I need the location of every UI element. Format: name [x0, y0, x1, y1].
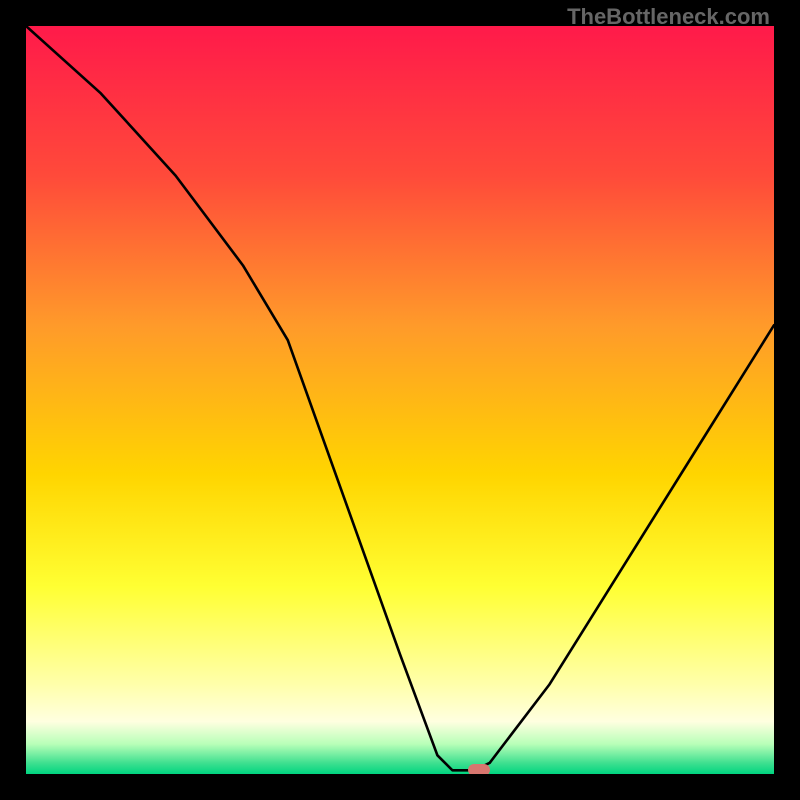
bottleneck-curve — [26, 26, 774, 774]
chart-container: TheBottleneck.com — [0, 0, 800, 800]
minimum-marker — [468, 764, 490, 775]
plot-area — [26, 26, 774, 774]
